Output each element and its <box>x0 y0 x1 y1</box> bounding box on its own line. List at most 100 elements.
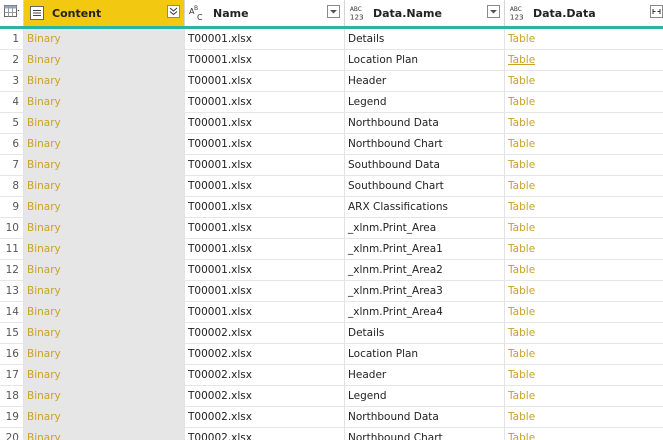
table-row[interactable]: 7 Binary T00001.xlsx Southbound Data Table <box>0 155 663 176</box>
cell-content[interactable]: Binary <box>24 176 185 196</box>
cell-data-name[interactable]: _xlnm.Print_Area2 <box>345 260 505 280</box>
cell-name[interactable]: T00001.xlsx <box>185 239 345 259</box>
cell-data-name[interactable]: Details <box>345 323 505 343</box>
cell-data-name[interactable]: Legend <box>345 92 505 112</box>
table-row[interactable]: 1 Binary T00001.xlsx Details Table <box>0 29 663 50</box>
cell-name[interactable]: T00001.xlsx <box>185 176 345 196</box>
table-row[interactable]: 16 Binary T00002.xlsx Location Plan Table <box>0 344 663 365</box>
table-row[interactable]: 5 Binary T00001.xlsx Northbound Data Table <box>0 113 663 134</box>
cell-name[interactable]: T00001.xlsx <box>185 281 345 301</box>
cell-content[interactable]: Binary <box>24 113 185 133</box>
cell-data-name[interactable]: _xlnm.Print_Area <box>345 218 505 238</box>
chevron-down-icon[interactable] <box>487 5 500 18</box>
cell-name[interactable]: T00001.xlsx <box>185 92 345 112</box>
cell-data-name[interactable]: Location Plan <box>345 50 505 70</box>
cell-name[interactable]: T00001.xlsx <box>185 50 345 70</box>
table-row[interactable]: 6 Binary T00001.xlsx Northbound Chart Table <box>0 134 663 155</box>
cell-data-name[interactable]: _xlnm.Print_Area3 <box>345 281 505 301</box>
table-row[interactable]: 18 Binary T00002.xlsx Legend Table <box>0 386 663 407</box>
table-row[interactable]: 12 Binary T00001.xlsx _xlnm.Print_Area2 Tabl… <box>0 260 663 281</box>
cell-data-name[interactable]: Legend <box>345 386 505 406</box>
cell-content[interactable]: Binary <box>24 344 185 364</box>
cell-content[interactable]: Binary <box>24 281 185 301</box>
cell-name[interactable]: T00001.xlsx <box>185 113 345 133</box>
cell-data-data[interactable]: Table <box>505 176 663 196</box>
cell-data-name[interactable]: Southbound Data <box>345 155 505 175</box>
cell-content[interactable]: Binary <box>24 239 185 259</box>
cell-data-data[interactable]: Table <box>505 29 663 49</box>
cell-content[interactable]: Binary <box>24 134 185 154</box>
cell-data-name[interactable]: Northbound Chart <box>345 134 505 154</box>
column-header-name[interactable]: A B C Name <box>185 0 345 26</box>
cell-data-data[interactable]: Table <box>505 50 663 70</box>
cell-name[interactable]: T00001.xlsx <box>185 71 345 91</box>
cell-data-name[interactable]: Northbound Chart <box>345 428 505 440</box>
cell-data-data[interactable]: Table <box>505 281 663 301</box>
cell-data-data[interactable]: Table <box>505 407 663 427</box>
cell-name[interactable]: T00001.xlsx <box>185 218 345 238</box>
cell-name[interactable]: T00001.xlsx <box>185 29 345 49</box>
cell-data-data[interactable]: Table <box>505 428 663 440</box>
table-row[interactable]: 20 Binary T00002.xlsx Northbound Chart Table <box>0 428 663 440</box>
cell-name[interactable]: T00001.xlsx <box>185 155 345 175</box>
table-row[interactable]: 14 Binary T00001.xlsx _xlnm.Print_Area4 Tabl… <box>0 302 663 323</box>
table-row[interactable]: 15 Binary T00002.xlsx Details Table <box>0 323 663 344</box>
cell-data-data[interactable]: Table <box>505 134 663 154</box>
cell-name[interactable]: T00001.xlsx <box>185 134 345 154</box>
expand-icon[interactable] <box>650 5 663 18</box>
cell-content[interactable]: Binary <box>24 71 185 91</box>
cell-data-name[interactable]: ARX Classifications <box>345 197 505 217</box>
table-row[interactable]: 11 Binary T00001.xlsx _xlnm.Print_Area1 Tabl… <box>0 239 663 260</box>
table-row[interactable]: 19 Binary T00002.xlsx Northbound Data Table <box>0 407 663 428</box>
table-row[interactable]: 3 Binary T00001.xlsx Header Table <box>0 71 663 92</box>
cell-data-name[interactable]: Southbound Chart <box>345 176 505 196</box>
cell-content[interactable]: Binary <box>24 50 185 70</box>
column-header-data-data[interactable]: ABC 123 Data.Data <box>505 0 663 26</box>
table-menu-button[interactable] <box>0 0 24 26</box>
cell-data-data[interactable]: Table <box>505 386 663 406</box>
cell-name[interactable]: T00002.xlsx <box>185 323 345 343</box>
table-row[interactable]: 9 Binary T00001.xlsx ARX Classifications Tab… <box>0 197 663 218</box>
cell-content[interactable]: Binary <box>24 218 185 238</box>
cell-content[interactable]: Binary <box>24 155 185 175</box>
cell-name[interactable]: T00001.xlsx <box>185 302 345 322</box>
cell-data-name[interactable]: Location Plan <box>345 344 505 364</box>
cell-name[interactable]: T00001.xlsx <box>185 260 345 280</box>
cell-data-data[interactable]: Table <box>505 92 663 112</box>
cell-data-data[interactable]: Table <box>505 302 663 322</box>
cell-name[interactable]: T00002.xlsx <box>185 344 345 364</box>
cell-data-data[interactable]: Table <box>505 197 663 217</box>
column-header-content[interactable]: Content <box>24 0 185 26</box>
cell-content[interactable]: Binary <box>24 29 185 49</box>
cell-data-name[interactable]: Header <box>345 71 505 91</box>
cell-data-name[interactable]: Details <box>345 29 505 49</box>
cell-data-name[interactable]: Header <box>345 365 505 385</box>
cell-data-data[interactable]: Table <box>505 239 663 259</box>
chevron-down-icon[interactable] <box>327 5 340 18</box>
table-row[interactable]: 2 Binary T00001.xlsx Location Plan Table <box>0 50 663 71</box>
cell-name[interactable]: T00002.xlsx <box>185 428 345 440</box>
cell-content[interactable]: Binary <box>24 386 185 406</box>
cell-name[interactable]: T00001.xlsx <box>185 197 345 217</box>
column-header-data-name[interactable]: ABC 123 Data.Name <box>345 0 505 26</box>
table-row[interactable]: 17 Binary T00002.xlsx Header Table <box>0 365 663 386</box>
cell-content[interactable]: Binary <box>24 197 185 217</box>
cell-data-data[interactable]: Table <box>505 365 663 385</box>
cell-data-data[interactable]: Table <box>505 113 663 133</box>
cell-name[interactable]: T00002.xlsx <box>185 386 345 406</box>
cell-data-data[interactable]: Table <box>505 323 663 343</box>
cell-data-data[interactable]: Table <box>505 155 663 175</box>
cell-data-data[interactable]: Table <box>505 71 663 91</box>
table-row[interactable]: 4 Binary T00001.xlsx Legend Table <box>0 92 663 113</box>
expand-icon[interactable] <box>167 5 180 18</box>
cell-content[interactable]: Binary <box>24 428 185 440</box>
cell-content[interactable]: Binary <box>24 323 185 343</box>
cell-content[interactable]: Binary <box>24 365 185 385</box>
cell-name[interactable]: T00002.xlsx <box>185 365 345 385</box>
table-row[interactable]: 8 Binary T00001.xlsx Southbound Chart Table <box>0 176 663 197</box>
cell-content[interactable]: Binary <box>24 260 185 280</box>
table-row[interactable]: 13 Binary T00001.xlsx _xlnm.Print_Area3 Tabl… <box>0 281 663 302</box>
cell-data-name[interactable]: _xlnm.Print_Area4 <box>345 302 505 322</box>
cell-name[interactable]: T00002.xlsx <box>185 407 345 427</box>
cell-data-name[interactable]: Northbound Data <box>345 113 505 133</box>
